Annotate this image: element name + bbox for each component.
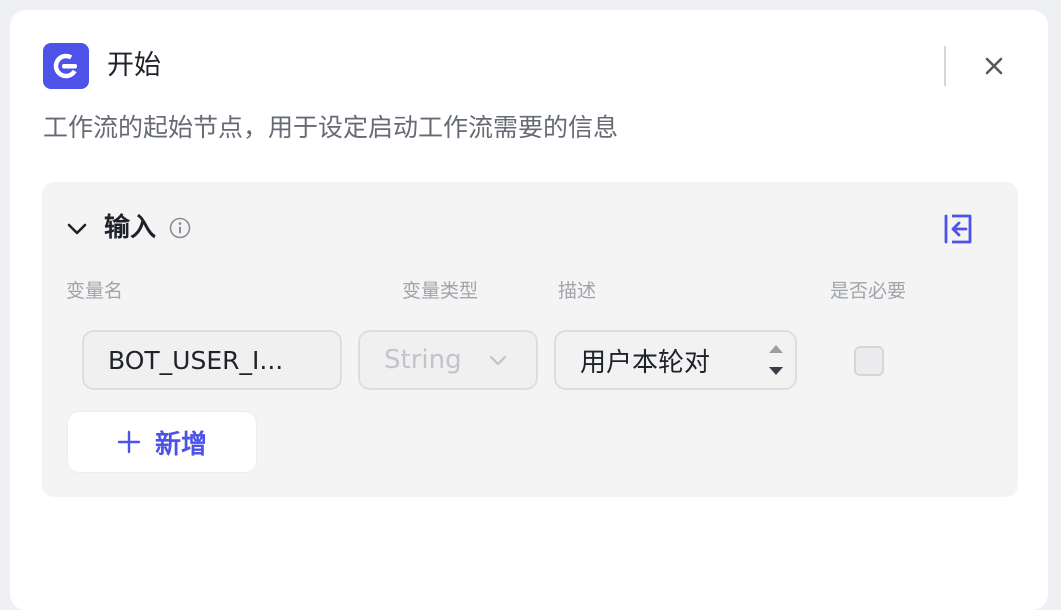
variable-name-value: BOT_USER_I... [108, 345, 284, 375]
start-node-panel: 开始 工作流的起始节点，用于设定启动工作流需要的信息 输入 变量名 变量类型 描… [10, 10, 1048, 610]
variable-type-value: String [384, 345, 462, 375]
variable-type-select[interactable]: String [358, 330, 538, 390]
variable-name-input[interactable]: BOT_USER_I... [82, 330, 342, 390]
chevron-down-icon [67, 223, 87, 235]
section-title: 输入 [104, 213, 157, 243]
close-button[interactable] [978, 50, 1010, 82]
start-node-logo [43, 43, 89, 89]
required-checkbox[interactable] [854, 346, 884, 376]
input-section: 输入 变量名 变量类型 描述 是否必要 BOT_USER_I... String [42, 182, 1018, 497]
exit-icon[interactable] [942, 212, 976, 246]
column-header-type: 变量类型 [402, 280, 479, 302]
description-value: 用户本轮对 [580, 347, 711, 378]
page-title: 开始 [107, 50, 161, 81]
info-icon[interactable] [169, 217, 191, 239]
header-divider [944, 46, 946, 86]
spinner-down-icon[interactable] [763, 360, 789, 382]
description-input[interactable]: 用户本轮对 [554, 330, 797, 390]
add-variable-label: 新增 [154, 429, 207, 460]
plus-icon [117, 430, 141, 454]
description-spinner[interactable] [763, 338, 789, 382]
node-description: 工作流的起始节点，用于设定启动工作流需要的信息 [43, 113, 619, 142]
chevron-down-icon [489, 355, 507, 366]
add-variable-button[interactable]: 新增 [67, 411, 257, 473]
column-header-required: 是否必要 [830, 280, 907, 302]
column-header-description: 描述 [558, 280, 597, 302]
column-header-name: 变量名 [66, 280, 124, 302]
collapse-toggle[interactable] [66, 218, 88, 240]
close-icon [985, 57, 1003, 75]
start-node-icon [53, 53, 79, 79]
spinner-up-icon[interactable] [763, 338, 789, 360]
